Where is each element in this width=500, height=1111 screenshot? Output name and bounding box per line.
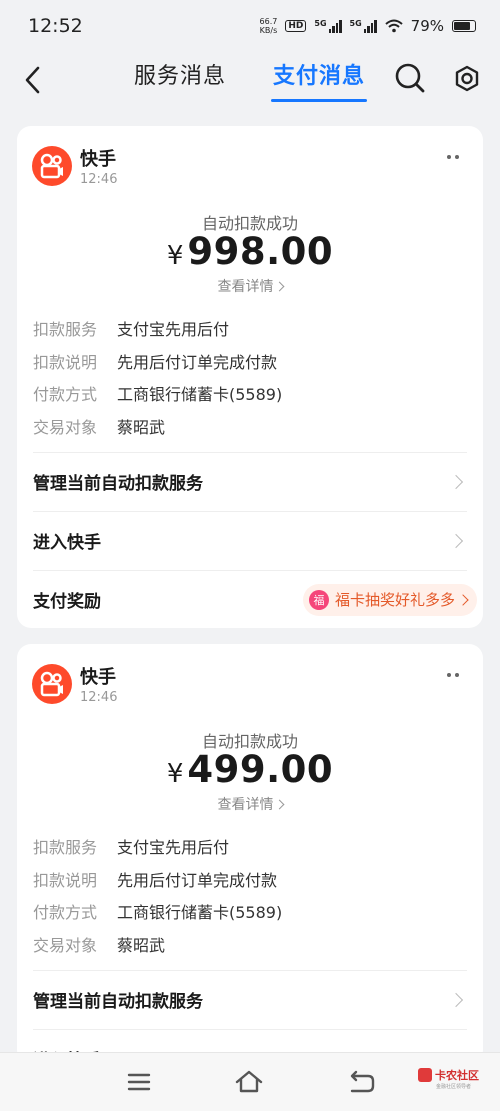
lucky-card-icon: 福 [308, 589, 329, 610]
manage-auto-deduct-button[interactable]: 管理当前自动扣款服务 [33, 452, 467, 510]
merchant-name: 快手 [80, 149, 116, 170]
status-indicators: 66.7 KB/s HD 5G 5G 79% [260, 17, 476, 35]
message-time: 12:46 [80, 172, 118, 187]
view-details-label: 查看详情 [217, 279, 274, 295]
info-label: 付款方式 [33, 385, 98, 405]
payment-amount: ¥499.00 [17, 748, 483, 791]
chevron-right-icon [274, 281, 284, 292]
tab-payment-messages[interactable]: 支付消息 [273, 58, 365, 90]
info-row: 扣款说明 先用后付订单完成付款 [33, 863, 463, 896]
reward-text: 福卡抽奖好礼多多 [334, 591, 455, 609]
battery-percent: 79% [410, 17, 444, 35]
watermark-text: 卡农社区 [435, 1069, 479, 1082]
network-speed: 66.7 KB/s [260, 17, 278, 35]
info-label: 扣款说明 [33, 352, 98, 372]
action-label: 管理当前自动扣款服务 [33, 992, 203, 1012]
info-label: 扣款说明 [33, 870, 98, 890]
tab-service-messages[interactable]: 服务消息 [134, 58, 226, 90]
payment-info-list: 扣款服务 支付宝先用后付 扣款说明 先用后付订单完成付款 付款方式 工商银行储蓄… [33, 312, 463, 442]
info-row: 付款方式 工商银行储蓄卡(5589) [33, 377, 463, 410]
enter-kuaishou-button[interactable]: 进入快手 [33, 511, 467, 569]
payment-message-card[interactable]: 快手 12:46 自动扣款成功 ¥499.00 查看详情 扣款服务 支付宝先用后… [17, 644, 483, 1064]
system-nav-bar: 卡农社区 金融社区领导者 [0, 1052, 500, 1111]
merchant-name: 快手 [80, 667, 116, 688]
chevron-right-icon [448, 533, 464, 548]
info-label: 交易对象 [33, 935, 98, 955]
reward-promo-button[interactable]: 福 福卡抽奖好礼多多 [302, 583, 477, 616]
status-bar: 12:52 66.7 KB/s HD 5G 5G 79% [0, 0, 500, 52]
chevron-right-icon [448, 992, 464, 1007]
gear-icon[interactable] [450, 60, 484, 96]
view-details-link[interactable]: 查看详情 [17, 276, 483, 296]
more-options-icon[interactable] [441, 150, 465, 164]
info-value: 支付宝先用后付 [117, 320, 230, 340]
wifi-icon [384, 19, 403, 33]
info-value: 蔡昭武 [117, 935, 166, 955]
info-row: 扣款服务 支付宝先用后付 [33, 830, 463, 863]
info-row: 付款方式 工商银行储蓄卡(5589) [33, 895, 463, 928]
kuaishou-logo-icon [32, 664, 72, 704]
active-tab-indicator [271, 99, 367, 102]
signal-icon-2: 5G [350, 19, 377, 33]
status-time: 12:52 [28, 15, 83, 37]
info-label: 扣款服务 [33, 320, 98, 340]
info-row: 扣款说明 先用后付订单完成付款 [33, 345, 463, 378]
chevron-right-icon [274, 799, 284, 810]
info-row: 交易对象 蔡昭武 [33, 410, 463, 443]
back-icon[interactable] [18, 62, 50, 98]
info-value: 先用后付订单完成付款 [117, 870, 278, 890]
signal-label: 5G [314, 19, 327, 28]
view-details-link[interactable]: 查看详情 [17, 794, 483, 814]
message-time: 12:46 [80, 690, 118, 705]
currency-symbol: ¥ [166, 759, 184, 789]
network-speed-value: 66.7 [259, 17, 278, 26]
action-label: 进入快手 [33, 533, 101, 553]
hd-badge: HD [285, 20, 307, 32]
watermark-icon [418, 1068, 432, 1082]
payment-amount: ¥998.00 [17, 230, 483, 273]
payment-reward-row[interactable]: 支付奖励 福 福卡抽奖好礼多多 [33, 570, 477, 628]
signal-label-2: 5G [349, 19, 362, 28]
manage-auto-deduct-button[interactable]: 管理当前自动扣款服务 [33, 970, 467, 1028]
return-icon[interactable] [344, 1067, 378, 1097]
info-value: 先用后付订单完成付款 [117, 352, 278, 372]
info-value: 工商银行储蓄卡(5589) [117, 903, 283, 923]
signal-icon: 5G [314, 19, 342, 33]
more-options-icon[interactable] [441, 668, 465, 682]
kuaishou-logo-icon [32, 146, 72, 186]
action-label: 管理当前自动扣款服务 [33, 474, 203, 494]
home-icon[interactable] [232, 1067, 266, 1097]
amount-value: 499.00 [187, 748, 334, 791]
search-icon[interactable] [392, 60, 428, 96]
info-label: 扣款服务 [33, 838, 98, 858]
info-row: 交易对象 蔡昭武 [33, 928, 463, 961]
info-value: 蔡昭武 [117, 417, 166, 437]
currency-symbol: ¥ [166, 241, 184, 271]
amount-value: 998.00 [187, 230, 334, 273]
header: 服务消息 支付消息 [0, 52, 500, 108]
chevron-right-icon [448, 474, 464, 489]
info-value: 支付宝先用后付 [117, 838, 230, 858]
info-row: 扣款服务 支付宝先用后付 [33, 312, 463, 345]
action-label: 支付奖励 [33, 592, 101, 612]
info-label: 付款方式 [33, 903, 98, 923]
payment-info-list: 扣款服务 支付宝先用后付 扣款说明 先用后付订单完成付款 付款方式 工商银行储蓄… [33, 830, 463, 960]
watermark-subtext: 金融社区领导者 [436, 1084, 472, 1090]
info-value: 工商银行储蓄卡(5589) [117, 385, 283, 405]
battery-icon [452, 20, 476, 32]
payment-message-card[interactable]: 快手 12:46 自动扣款成功 ¥998.00 查看详情 扣款服务 支付宝先用后… [17, 126, 483, 628]
chevron-right-icon [457, 593, 469, 606]
info-label: 交易对象 [33, 417, 98, 437]
watermark-logo: 卡农社区 [418, 1067, 479, 1083]
menu-icon[interactable] [122, 1067, 156, 1097]
network-speed-unit: KB/s [259, 26, 278, 35]
view-details-label: 查看详情 [217, 797, 274, 813]
